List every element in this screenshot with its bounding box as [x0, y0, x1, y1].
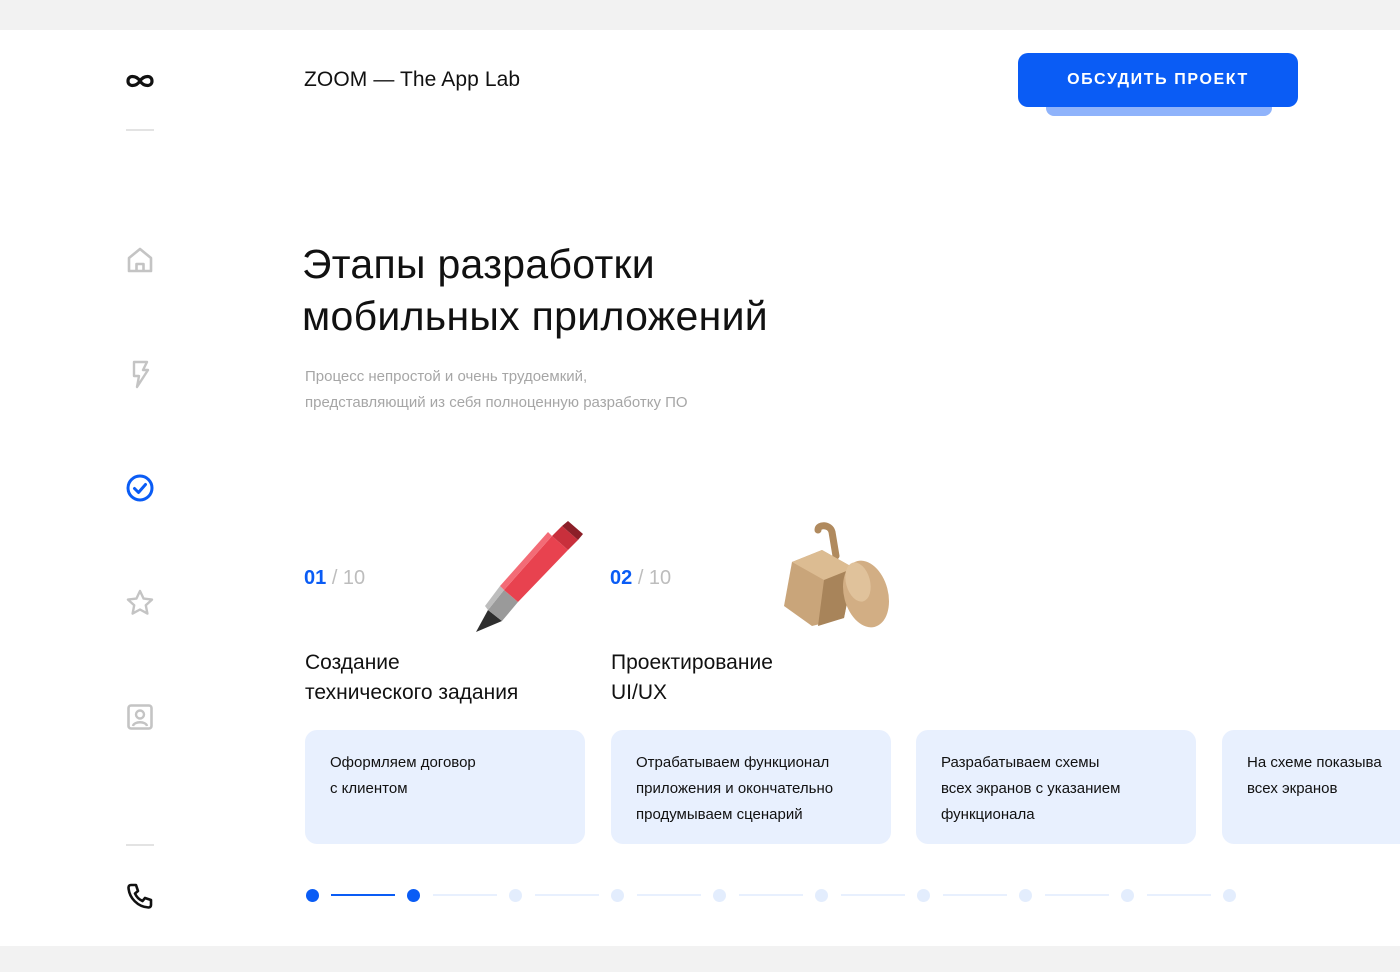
star-icon[interactable] [124, 587, 156, 619]
card-text-line: с клиентом [330, 780, 408, 797]
step-counter: 02 / 10 [610, 567, 671, 590]
discuss-project-button[interactable]: ОБСУДИТЬ ПРОЕКТ [1018, 53, 1298, 107]
card-text-line: функционала [941, 806, 1035, 823]
card-text-line: Оформляем договор [330, 754, 476, 771]
card-text-line: Отрабатываем функционал [636, 754, 830, 771]
pager-dot[interactable] [306, 889, 319, 902]
step-card[interactable]: Разрабатываем схемы всех экранов с указа… [916, 730, 1196, 844]
pager-line [637, 894, 701, 896]
card-text-line: Разрабатываем схемы [941, 754, 1100, 771]
phone-icon[interactable] [124, 880, 156, 912]
pager-line [433, 894, 497, 896]
pager-line [841, 894, 905, 896]
home-icon[interactable] [124, 244, 156, 276]
card-text-line: всех экранов с указанием [941, 780, 1121, 797]
sidebar-divider-bottom [126, 844, 154, 846]
step-counter: 01 / 10 [304, 567, 365, 590]
step-title: Проектирование UI/UX [611, 648, 773, 708]
page-subtitle: Процесс непростой и очень трудоемкий, пр… [305, 364, 688, 416]
brand-name[interactable]: ZOOM — The App Lab [304, 68, 520, 92]
card-text-line: приложения и окончательно [636, 780, 834, 797]
step-number: 01 [304, 567, 327, 589]
infinity-logo-icon[interactable] [124, 65, 156, 97]
contact-card-icon[interactable] [124, 701, 156, 733]
pager-line [739, 894, 803, 896]
pager-line [535, 894, 599, 896]
pager-dot[interactable] [611, 889, 624, 902]
title-line: Этапы разработки [302, 241, 655, 287]
pager-line [943, 894, 1007, 896]
page-title: Этапы разработки мобильных приложений [302, 238, 768, 342]
step-title: Создание технического задания [305, 648, 518, 708]
pager-dot[interactable] [917, 889, 930, 902]
pager-dot[interactable] [407, 889, 420, 902]
pager-line [331, 894, 395, 896]
pager-line [1045, 894, 1109, 896]
cardboard-mug-illustration [784, 522, 890, 628]
pager-dot[interactable] [1019, 889, 1032, 902]
check-circle-icon[interactable] [124, 472, 156, 504]
step-card[interactable]: Отрабатываем функционал приложения и око… [611, 730, 891, 844]
pager-dot[interactable] [815, 889, 828, 902]
pencil-illustration [476, 521, 583, 632]
card-text-line: продумываем сценарий [636, 806, 803, 823]
card-text-line: На схеме показыва [1247, 754, 1382, 771]
step-card[interactable]: На схеме показыва всех экранов [1222, 730, 1400, 844]
step-card[interactable]: Оформляем договор с клиентом [305, 730, 585, 844]
pager-dot[interactable] [713, 889, 726, 902]
title-line: мобильных приложений [302, 293, 768, 339]
card-text-line: всех экранов [1247, 780, 1338, 797]
pager-dot[interactable] [1121, 889, 1134, 902]
step-total: / 10 [331, 567, 366, 589]
step-title-line: Создание [305, 651, 400, 674]
sidebar-divider-top [126, 129, 154, 131]
lightning-icon[interactable] [124, 358, 156, 390]
subtitle-line: Процесс непростой и очень трудоемкий, [305, 368, 588, 385]
step-title-line: технического задания [305, 681, 519, 704]
pager-line [1147, 894, 1211, 896]
pager-dot[interactable] [509, 889, 522, 902]
subtitle-line: представляющий из себя полноценную разра… [305, 394, 688, 411]
step-title-line: Проектирование [611, 651, 773, 674]
step-number: 02 [610, 567, 633, 589]
step-title-line: UI/UX [611, 681, 668, 704]
step-total: / 10 [637, 567, 672, 589]
pager-dot[interactable] [1223, 889, 1236, 902]
page: ZOOM — The App Lab ОБСУДИТЬ ПРОЕКТ Этапы… [0, 30, 1400, 946]
